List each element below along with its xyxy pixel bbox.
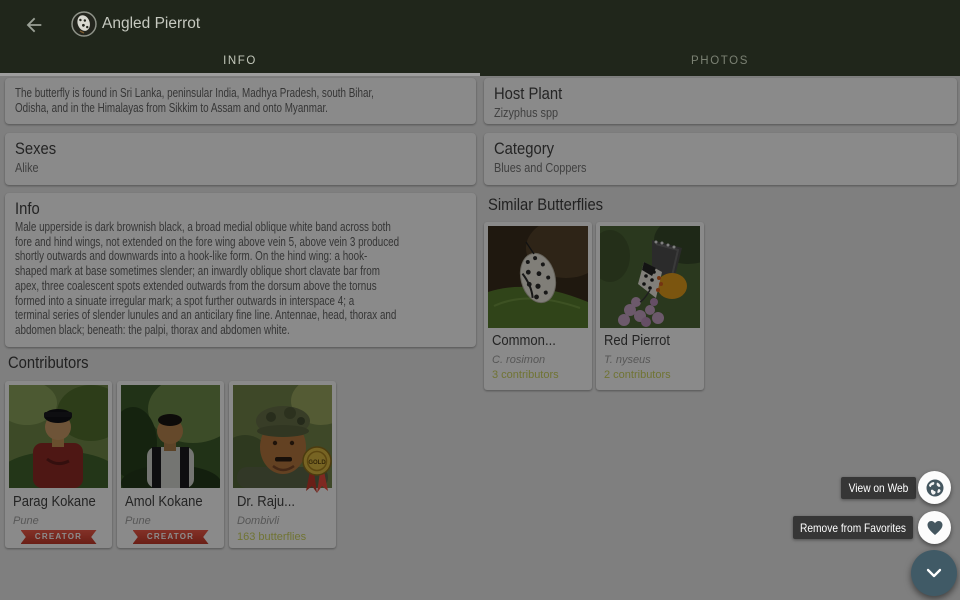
tab-photos[interactable]: PHOTOS [480, 48, 960, 73]
fab-speed-dial: View on Web Remove from Favorites [0, 0, 960, 600]
back-button[interactable] [20, 11, 48, 39]
page-title: Angled Pierrot [102, 15, 201, 32]
butterfly-avatar [71, 11, 97, 37]
tab-info[interactable]: INFO [0, 48, 480, 73]
arrow-left-icon [26, 17, 42, 33]
butterfly-thumbnail-icon [71, 11, 97, 37]
view-on-web-label: View on Web [848, 481, 909, 495]
view-on-web-tooltip: View on Web [841, 477, 916, 499]
app-bar: Angled Pierrot INFO PHOTOS [0, 0, 960, 76]
remove-favorites-tooltip: Remove from Favorites [793, 516, 913, 539]
heart-icon [927, 520, 942, 535]
view-on-web-button[interactable] [918, 471, 951, 504]
tab-photos-label: PHOTOS [691, 54, 749, 67]
tab-info-label: INFO [223, 54, 257, 67]
close-speed-dial-button[interactable] [911, 550, 957, 596]
globe-icon [926, 479, 943, 496]
chevron-down-icon [926, 568, 942, 578]
remove-favorites-button[interactable] [918, 511, 951, 544]
active-tab-indicator [0, 73, 480, 76]
remove-favorites-label: Remove from Favorites [800, 520, 907, 535]
